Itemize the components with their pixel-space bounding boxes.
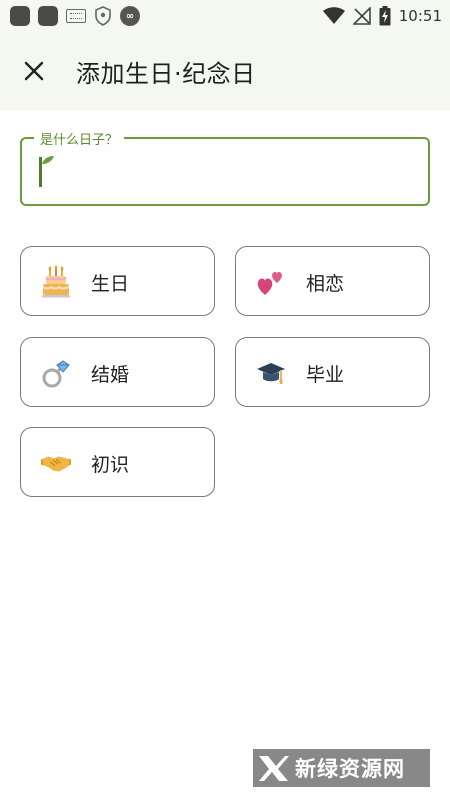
watermark: 新绿资源网	[253, 749, 430, 787]
status-system-icons: 10:51	[322, 0, 442, 32]
option-first-meeting[interactable]: 初识	[20, 427, 215, 497]
option-label: 相恋	[306, 273, 345, 295]
shield-icon	[95, 6, 111, 26]
battery-charging-icon	[379, 6, 391, 26]
option-graduation[interactable]: 毕业	[235, 337, 430, 407]
option-label: 生日	[91, 273, 130, 295]
page-title: 添加生日·纪念日	[76, 60, 256, 88]
option-label: 结婚	[91, 364, 130, 386]
keyboard-icon	[66, 9, 86, 23]
ring-icon	[41, 357, 71, 389]
close-icon	[24, 61, 44, 81]
option-birthday[interactable]: 生日	[20, 246, 215, 316]
clock: 10:51	[398, 7, 442, 25]
option-label: 初识	[91, 454, 130, 476]
screen: ∞ 10:51 添加生日·纪念日 是什么日子？ 生日 相恋 结婚 毕业 初识 新…	[0, 0, 450, 800]
graduation-cap-icon	[256, 357, 286, 389]
wifi-icon	[322, 7, 345, 24]
option-wedding[interactable]: 结婚	[20, 337, 215, 407]
option-label: 毕业	[306, 364, 345, 386]
close-button[interactable]	[14, 51, 54, 91]
app-notification-icon	[10, 6, 30, 26]
two-hearts-icon	[256, 266, 286, 298]
infinity-icon: ∞	[120, 6, 140, 26]
watermark-logo-icon	[253, 749, 293, 787]
no-signal-icon	[352, 7, 371, 25]
status-notifications: ∞	[10, 6, 140, 26]
app-notification-icon	[38, 6, 58, 26]
birthday-cake-icon	[41, 266, 71, 298]
occasion-field-label: 是什么日子？	[34, 129, 125, 148]
cursor-leaf-icon	[42, 156, 54, 164]
status-bar: ∞ 10:51	[0, 0, 450, 32]
occasion-input[interactable]	[38, 156, 408, 188]
option-in-love[interactable]: 相恋	[235, 246, 430, 316]
watermark-text: 新绿资源网	[295, 757, 405, 781]
app-bar: 添加生日·纪念日	[0, 32, 450, 110]
handshake-icon	[41, 447, 71, 479]
